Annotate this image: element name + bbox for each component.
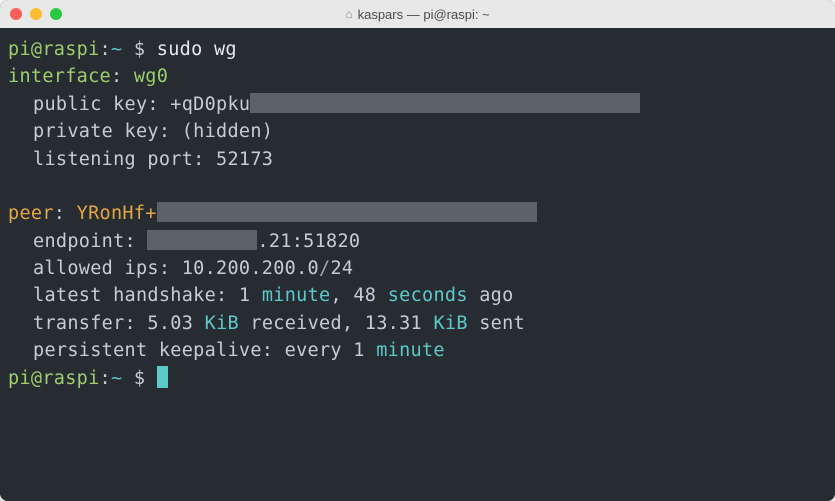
keepalive-unit: minute — [376, 340, 445, 361]
home-icon: ⌂ — [345, 7, 352, 21]
handshake-ago: ago — [468, 285, 514, 306]
private-key-value: (hidden) — [182, 121, 274, 142]
peer-line: peer: YRonHf+ — [8, 200, 827, 227]
listening-port-label: listening port — [33, 149, 193, 170]
handshake-sep: , — [330, 285, 353, 306]
minimize-button[interactable] — [30, 8, 42, 20]
prompt-path: ~ — [111, 368, 122, 389]
allowed-ips-line: allowed ips: 10.200.200.0/24 — [8, 255, 827, 282]
colon: : — [111, 66, 134, 87]
terminal-content[interactable]: pi@raspi:~ $ sudo wg interface: wg0 publ… — [0, 28, 835, 501]
colon: : — [54, 203, 77, 224]
endpoint-suffix: .21:51820 — [257, 231, 360, 252]
public-key-label: public key — [33, 94, 147, 115]
colon: : — [216, 285, 239, 306]
prompt-dollar: $ — [122, 368, 156, 389]
window-title-text: kaspars — pi@raspi: ~ — [358, 7, 490, 22]
endpoint-label: endpoint — [33, 231, 125, 252]
command-text: sudo wg — [157, 39, 237, 60]
prompt-sep: : — [100, 39, 111, 60]
interface-line: interface: wg0 — [8, 63, 827, 90]
colon: : — [125, 231, 148, 252]
handshake-unit1: minute — [262, 285, 331, 306]
peer-label: peer — [8, 203, 54, 224]
private-key-label: private key — [33, 121, 159, 142]
allowed-ips-slash: / — [319, 258, 330, 279]
transfer-tx-val: 13.31 — [365, 313, 422, 334]
prompt-line-1: pi@raspi:~ $ sudo wg — [8, 36, 827, 63]
endpoint-line: endpoint: .21:51820 — [8, 228, 827, 255]
handshake-unit2: seconds — [388, 285, 468, 306]
transfer-line: transfer: 5.03 KiB received, 13.31 KiB s… — [8, 310, 827, 337]
colon: : — [159, 258, 182, 279]
transfer-label: transfer — [33, 313, 125, 334]
colon: : — [147, 94, 170, 115]
colon: : — [262, 340, 285, 361]
redacted-public-key — [250, 93, 640, 113]
prompt-line-2: pi@raspi:~ $ — [8, 365, 827, 392]
allowed-ips-cidr: 24 — [330, 258, 353, 279]
transfer-tx-unit: KiB — [433, 313, 467, 334]
blank-line — [8, 173, 827, 200]
handshake-num1: 1 — [239, 285, 250, 306]
redacted-peer-key — [157, 202, 537, 222]
prompt-path: ~ — [111, 39, 122, 60]
peer-key-prefix: YRonHf+ — [77, 203, 157, 224]
colon: : — [193, 149, 216, 170]
traffic-lights — [10, 8, 62, 20]
redacted-endpoint — [147, 230, 257, 250]
terminal-window: ⌂ kaspars — pi@raspi: ~ pi@raspi:~ $ sud… — [0, 0, 835, 501]
handshake-line: latest handshake: 1 minute, 48 seconds a… — [8, 282, 827, 309]
keepalive-line: persistent keepalive: every 1 minute — [8, 337, 827, 364]
colon: : — [125, 313, 148, 334]
prompt-user-host: pi@raspi — [8, 39, 100, 60]
handshake-label: latest handshake — [33, 285, 216, 306]
allowed-ips-prefix: 10.200.200.0 — [182, 258, 319, 279]
prompt-dollar: $ — [122, 39, 156, 60]
private-key-line: private key: (hidden) — [8, 118, 827, 145]
keepalive-prefix: every — [285, 340, 354, 361]
cursor[interactable] — [157, 366, 168, 388]
transfer-rx-unit: KiB — [205, 313, 239, 334]
public-key-line: public key: +qD0pku — [8, 91, 827, 118]
interface-name: wg0 — [134, 66, 168, 87]
handshake-num2: 48 — [353, 285, 376, 306]
transfer-rx-val: 5.03 — [147, 313, 193, 334]
transfer-tx-word: sent — [468, 313, 525, 334]
listening-port-value: 52173 — [216, 149, 273, 170]
keepalive-label: persistent keepalive — [33, 340, 262, 361]
transfer-rx-word: received, — [239, 313, 365, 334]
titlebar[interactable]: ⌂ kaspars — pi@raspi: ~ — [0, 0, 835, 28]
allowed-ips-label: allowed ips — [33, 258, 159, 279]
maximize-button[interactable] — [50, 8, 62, 20]
prompt-sep: : — [100, 368, 111, 389]
colon: : — [159, 121, 182, 142]
interface-label: interface — [8, 66, 111, 87]
keepalive-num: 1 — [353, 340, 364, 361]
window-title: ⌂ kaspars — pi@raspi: ~ — [345, 7, 489, 22]
close-button[interactable] — [10, 8, 22, 20]
listening-port-line: listening port: 52173 — [8, 146, 827, 173]
public-key-prefix: +qD0pku — [170, 94, 250, 115]
prompt-user-host: pi@raspi — [8, 368, 100, 389]
